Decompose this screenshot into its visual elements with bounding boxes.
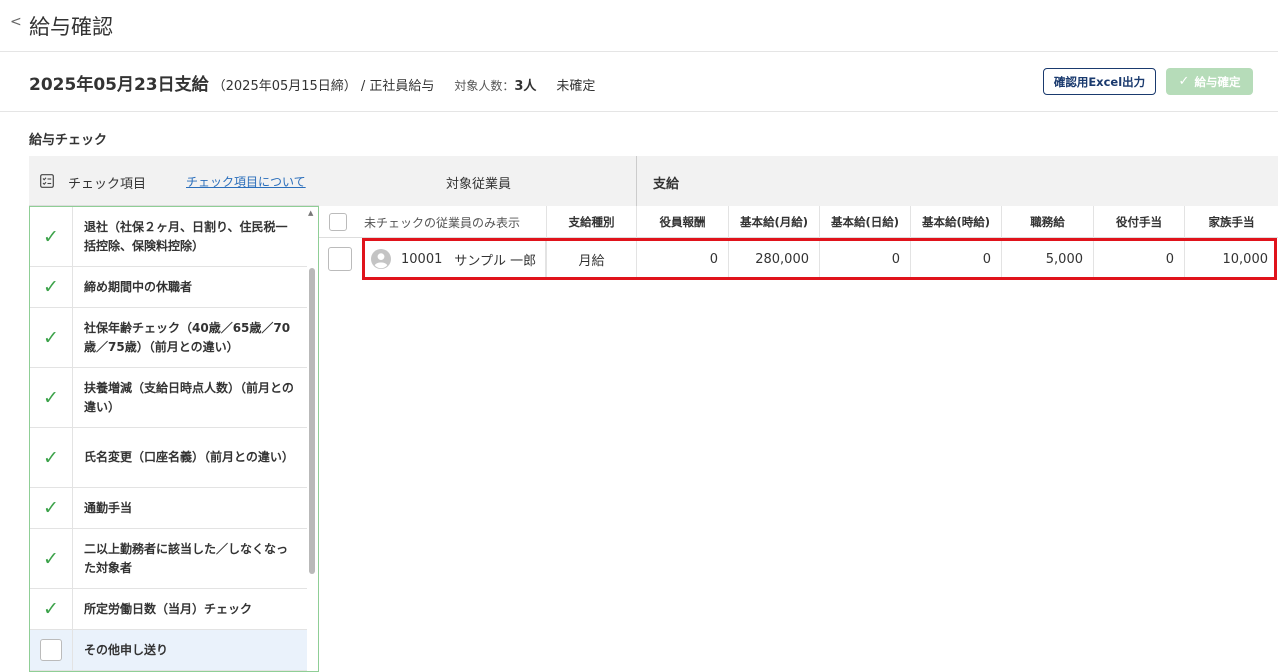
top-bar: < 給与確認 xyxy=(0,0,1278,52)
check-icon: ✓ xyxy=(43,276,59,298)
target-count: 3人 xyxy=(514,79,537,94)
checklist-icon xyxy=(40,174,54,188)
status-text: 未確定 xyxy=(556,79,596,94)
check-item[interactable]: ✓ 通勤手当 xyxy=(30,488,307,529)
check-list: ✓ 退社（社保２ヶ月、日割り、住民税一括控除、保険料控除） ✓ 締め期間中の休職… xyxy=(29,206,319,672)
pay-group-label: 支給 xyxy=(653,177,680,192)
check-item-label: 二以上勤務者に該当した／しなくなった対象者 xyxy=(84,541,289,575)
check-icon: ✓ xyxy=(43,386,59,409)
payroll-summary: 2025年05月23日支給 （2025年05月15日締） / 正社員給与 対象人… xyxy=(29,70,595,95)
check-item[interactable]: ✓ 二以上勤務者に該当した／しなくなった対象者 xyxy=(30,529,307,589)
avatar-icon xyxy=(371,249,391,269)
unchecked-filter-checkbox[interactable] xyxy=(329,213,347,231)
employee-code: 10001 xyxy=(401,251,443,267)
check-status: ✓ xyxy=(30,589,73,629)
duty-allowance-cell: 5,000 xyxy=(1002,238,1094,280)
check-item[interactable]: ✓ 退社（社保２ヶ月、日割り、住民税一括控除、保険料控除） xyxy=(30,207,307,267)
check-item[interactable]: ✓ 締め期間中の休職者 xyxy=(30,267,307,308)
pay-type: / 正社員給与 xyxy=(360,79,435,94)
check-item[interactable]: ✓ 所定労働日数（当月）チェック xyxy=(30,589,307,630)
check-status: ✓ xyxy=(30,207,73,266)
confirm-label: 給与確定 xyxy=(1194,74,1241,89)
check-status xyxy=(30,630,73,670)
employee-cell[interactable]: 10001 サンプル 一郎 xyxy=(362,238,546,280)
col-base-hourly: 基本給(時給) xyxy=(911,206,1002,238)
check-item-label: 締め期間中の休職者 xyxy=(84,279,193,294)
closing-date: （2025年05月15日締） xyxy=(212,79,357,94)
unchecked-box[interactable] xyxy=(40,639,62,661)
check-icon: ✓ xyxy=(43,446,59,469)
check-header-label: チェック項目 xyxy=(68,177,147,192)
check-icon: ✓ xyxy=(43,547,59,570)
employee-group-label: 対象従業員 xyxy=(446,177,512,192)
check-icon: ✓ xyxy=(43,326,59,349)
family-allowance-cell: 10,000 xyxy=(1222,251,1269,267)
check-status: ✓ xyxy=(30,529,73,588)
confirm-payroll-button[interactable]: ✓ 給与確定 xyxy=(1166,68,1253,95)
check-status: ✓ xyxy=(30,428,73,487)
check-about-link[interactable]: チェック項目について xyxy=(186,173,306,190)
page-title: 給与確認 xyxy=(29,15,113,39)
payroll-info-bar: 2025年05月23日支給 （2025年05月15日締） / 正社員給与 対象人… xyxy=(0,52,1278,112)
col-duty-allowance: 職務給 xyxy=(1002,206,1094,238)
section-title: 給与チェック xyxy=(29,133,108,148)
check-item-label: 所定労働日数（当月）チェック xyxy=(84,601,253,616)
col-base-monthly: 基本給(月給) xyxy=(729,206,820,238)
row-checkbox[interactable] xyxy=(328,247,352,271)
check-icon: ✓ xyxy=(43,497,59,519)
excel-export-button[interactable]: 確認用Excel出力 xyxy=(1043,68,1156,95)
check-icon: ✓ xyxy=(1178,74,1190,89)
scrollbar-thumb[interactable] xyxy=(309,268,315,574)
check-status: ✓ xyxy=(30,267,73,307)
check-status: ✓ xyxy=(30,368,73,427)
group-divider xyxy=(636,156,637,206)
table-group-header: 対象従業員 支給 xyxy=(319,156,1278,206)
base-monthly-cell: 280,000 xyxy=(729,238,820,280)
check-item-label: 退社（社保２ヶ月、日割り、住民税一括控除、保険料控除） xyxy=(84,219,288,253)
check-panel: チェック項目 チェック項目について ✓ 退社（社保２ヶ月、日割り、住民税一括控除… xyxy=(29,156,319,672)
check-panel-header: チェック項目 チェック項目について xyxy=(29,156,319,206)
pay-kind-cell: 月給 xyxy=(546,238,637,280)
base-daily-cell: 0 xyxy=(820,238,911,280)
check-icon: ✓ xyxy=(43,598,59,620)
col-position-allowance: 役付手当 xyxy=(1094,206,1185,238)
target-count-label: 対象人数： xyxy=(454,79,515,93)
pay-date: 2025年05月23日支給 xyxy=(29,75,209,95)
check-status: ✓ xyxy=(30,488,73,528)
table-row[interactable]: 10001 サンプル 一郎 月給 0 280,000 0 0 5,000 0 1… xyxy=(319,238,1278,280)
check-item-label: その他申し送り xyxy=(84,642,169,657)
col-family-allowance: 家族手当 xyxy=(1208,215,1255,229)
check-item-label: 社保年齢チェック（40歳／65歳／70歳／75歳）（前月との違い） xyxy=(84,320,291,354)
check-status: ✓ xyxy=(30,308,73,367)
check-item[interactable]: ✓ 氏名変更（口座名義）（前月との違い） xyxy=(30,428,307,488)
check-item-label: 通勤手当 xyxy=(84,500,133,515)
check-item[interactable]: その他申し送り xyxy=(30,630,307,671)
chevron-left-icon[interactable]: < xyxy=(10,14,22,30)
col-base-daily: 基本給(日給) xyxy=(820,206,911,238)
scroll-up-icon[interactable]: ▲ xyxy=(308,209,313,217)
column-header-row: 未チェックの従業員のみ表示 支給種別 役員報酬 基本給(月給) 基本給(日給) … xyxy=(319,206,1278,238)
employee-name: サンプル 一郎 xyxy=(454,253,537,269)
check-item[interactable]: ✓ 社保年齢チェック（40歳／65歳／70歳／75歳）（前月との違い） xyxy=(30,308,307,368)
base-hourly-cell: 0 xyxy=(911,238,1002,280)
officer-pay-cell: 0 xyxy=(637,238,729,280)
check-item[interactable]: ✓ 扶養増減（支給日時点人数）（前月との違い） xyxy=(30,368,307,428)
col-pay-kind: 支給種別 xyxy=(546,206,637,238)
check-item-label: 扶養増減（支給日時点人数）（前月との違い） xyxy=(84,380,294,414)
position-allowance-cell: 0 xyxy=(1094,238,1185,280)
check-icon: ✓ xyxy=(43,225,59,248)
unchecked-filter-label: 未チェックの従業員のみ表示 xyxy=(364,216,521,230)
col-officer-pay: 役員報酬 xyxy=(637,206,729,238)
check-item-label: 氏名変更（口座名義）（前月との違い） xyxy=(84,450,294,464)
